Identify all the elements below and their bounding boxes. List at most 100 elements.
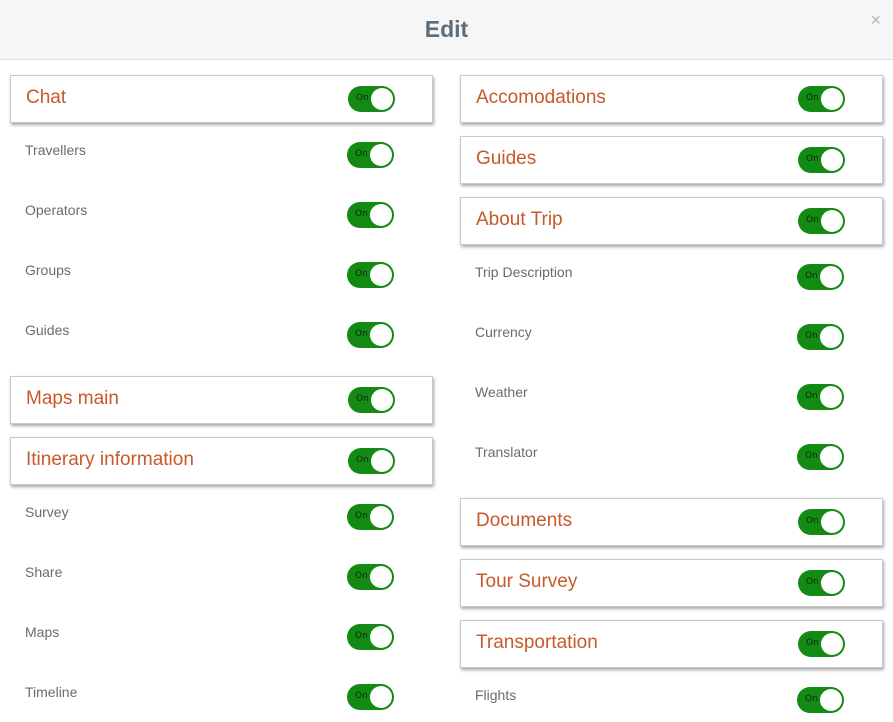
section-header-transportation: Transportation On <box>460 620 883 668</box>
toggle-state-label: On <box>356 455 369 465</box>
section-title: Guides <box>476 148 537 169</box>
survey-toggle[interactable]: On <box>347 504 394 530</box>
setting-row-weather: Weather On <box>460 378 883 426</box>
toggle-state-label: On <box>355 329 368 339</box>
toggle-knob <box>370 144 392 166</box>
section-header-chat: Chat On <box>10 75 433 123</box>
toggle-state-label: On <box>805 694 818 704</box>
maps-toggle[interactable]: On <box>347 624 394 650</box>
toggle-knob <box>370 324 392 346</box>
groups-toggle[interactable]: On <box>347 262 394 288</box>
toggle-state-label: On <box>355 269 368 279</box>
timeline-toggle[interactable]: On <box>347 684 394 710</box>
tour-survey-toggle[interactable]: On <box>798 570 845 596</box>
toggle-knob <box>370 264 392 286</box>
setting-row-trip-description: Trip Description On <box>460 258 883 306</box>
setting-row-survey: Survey On <box>10 498 433 546</box>
toggle-knob <box>821 511 843 533</box>
documents-toggle[interactable]: On <box>798 509 845 535</box>
toggle-knob <box>820 689 842 711</box>
setting-row-translator: Translator On <box>460 438 883 486</box>
setting-label: Groups <box>25 262 71 278</box>
setting-label: Maps <box>25 624 60 640</box>
travellers-toggle[interactable]: On <box>347 142 394 168</box>
setting-label: Guides <box>25 322 70 338</box>
toggle-knob <box>821 149 843 171</box>
section-title: Documents <box>476 510 573 531</box>
section-title: Tour Survey <box>476 571 578 592</box>
setting-label: Currency <box>475 324 532 340</box>
section-header-tour-survey: Tour Survey On <box>460 559 883 607</box>
accomodations-toggle[interactable]: On <box>798 86 845 112</box>
setting-row-travellers: Travellers On <box>10 136 433 184</box>
maps-main-toggle[interactable]: On <box>348 387 395 413</box>
toggle-knob <box>371 389 393 411</box>
translator-toggle[interactable]: On <box>797 444 844 470</box>
section-title: Maps main <box>26 388 119 409</box>
setting-row-guides: Guides On <box>10 316 433 364</box>
trip-description-toggle[interactable]: On <box>797 264 844 290</box>
setting-label: Trip Description <box>475 264 573 280</box>
setting-label: Survey <box>25 504 69 520</box>
setting-row-maps: Maps On <box>10 618 433 666</box>
modal-header: Edit × <box>0 0 893 60</box>
section-header-maps-main: Maps main On <box>10 376 433 424</box>
section-header-accomodations: Accomodations On <box>460 75 883 123</box>
toggle-knob <box>821 88 843 110</box>
toggle-state-label: On <box>806 516 819 526</box>
close-icon[interactable]: × <box>870 10 881 30</box>
toggle-state-label: On <box>355 631 368 641</box>
section-header-guides: Guides On <box>460 136 883 184</box>
setting-label: Share <box>25 564 63 580</box>
itinerary-information-toggle[interactable]: On <box>348 448 395 474</box>
setting-row-operators: Operators On <box>10 196 433 244</box>
about-trip-toggle[interactable]: On <box>798 208 845 234</box>
weather-toggle[interactable]: On <box>797 384 844 410</box>
transportation-toggle[interactable]: On <box>798 631 845 657</box>
section-title: Accomodations <box>476 87 606 108</box>
section-title: Transportation <box>476 632 598 653</box>
toggle-knob <box>820 266 842 288</box>
setting-row-groups: Groups On <box>10 256 433 304</box>
setting-label: Weather <box>475 384 528 400</box>
toggle-state-label: On <box>805 391 818 401</box>
toggle-state-label: On <box>355 571 368 581</box>
toggle-knob <box>821 572 843 594</box>
toggle-state-label: On <box>806 154 819 164</box>
toggle-state-label: On <box>806 577 819 587</box>
toggle-state-label: On <box>805 451 818 461</box>
setting-label: Travellers <box>25 142 86 158</box>
toggle-knob <box>821 633 843 655</box>
setting-row-flights: Flights On <box>460 681 883 722</box>
section-header-documents: Documents On <box>460 498 883 546</box>
toggle-knob <box>820 386 842 408</box>
chat-toggle[interactable]: On <box>348 86 395 112</box>
guides-toggle[interactable]: On <box>798 147 845 173</box>
currency-toggle[interactable]: On <box>797 324 844 350</box>
operators-toggle[interactable]: On <box>347 202 394 228</box>
setting-row-share: Share On <box>10 558 433 606</box>
toggle-knob <box>370 566 392 588</box>
toggle-state-label: On <box>356 93 369 103</box>
toggle-state-label: On <box>806 93 819 103</box>
toggle-state-label: On <box>356 394 369 404</box>
toggle-knob <box>370 506 392 528</box>
toggle-state-label: On <box>355 691 368 701</box>
guides-toggle[interactable]: On <box>347 322 394 348</box>
setting-label: Timeline <box>25 684 78 700</box>
setting-label: Flights <box>475 687 517 703</box>
toggle-state-label: On <box>355 511 368 521</box>
section-header-itinerary-information: Itinerary information On <box>10 437 433 485</box>
share-toggle[interactable]: On <box>347 564 394 590</box>
toggle-state-label: On <box>806 215 819 225</box>
toggle-knob <box>371 450 393 472</box>
section-title: Itinerary information <box>26 449 194 470</box>
modal-title: Edit <box>424 16 469 42</box>
toggle-knob <box>820 446 842 468</box>
section-header-about-trip: About Trip On <box>460 197 883 245</box>
toggle-state-label: On <box>805 331 818 341</box>
toggle-knob <box>370 626 392 648</box>
flights-toggle[interactable]: On <box>797 687 844 713</box>
toggle-knob <box>370 204 392 226</box>
toggle-state-label: On <box>355 149 368 159</box>
